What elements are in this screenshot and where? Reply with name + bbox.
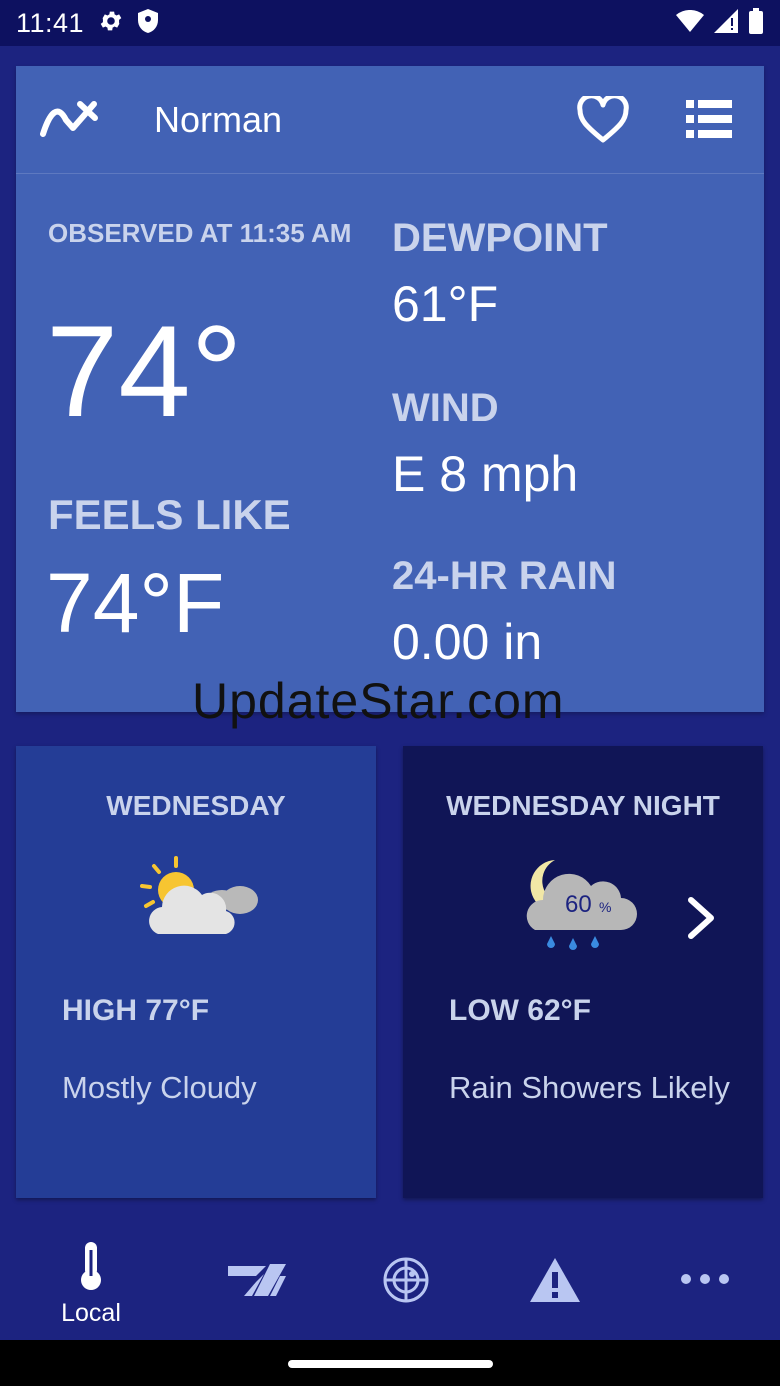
- status-time: 11:41: [16, 7, 85, 38]
- precip-unit: %: [599, 899, 611, 915]
- nav-radar[interactable]: [341, 1226, 471, 1340]
- rain-value: 0.00 in: [392, 614, 543, 670]
- wind-value: E 8 mph: [392, 446, 579, 502]
- feels-like-value: 74°F: [46, 556, 225, 650]
- forecast-night-desc: Rain Showers Likely: [449, 1070, 730, 1105]
- rain-label: 24-HR RAIN: [392, 554, 617, 598]
- bottom-navigation: Local: [0, 1226, 780, 1340]
- watermark: UpdateStar.com: [192, 673, 565, 729]
- forecast-day-desc: Mostly Cloudy: [62, 1070, 257, 1105]
- nav-more[interactable]: [640, 1226, 770, 1340]
- observed-time: OBSERVED AT 11:35 AM: [48, 218, 352, 248]
- feels-like-label: FEELS LIKE: [48, 491, 291, 538]
- warning-icon: [528, 1256, 582, 1309]
- home-gesture-handle[interactable]: [288, 1360, 493, 1368]
- partly-cloudy-icon: [132, 854, 262, 941]
- chevron-right-icon[interactable]: [685, 896, 717, 945]
- precip-chance: 60: [565, 891, 592, 918]
- forecast-card-night[interactable]: WEDNESDAY NIGHT 60 % LOW 62°F Rain Showe…: [403, 746, 763, 1198]
- list-menu-icon[interactable]: [686, 100, 732, 138]
- forecast-card-day[interactable]: WEDNESDAY HIGH 77°F Mostly Cloudy: [16, 746, 376, 1198]
- forecast-night-title: WEDNESDAY NIGHT: [446, 790, 720, 821]
- radar-icon: [382, 1256, 430, 1309]
- battery-icon: [748, 7, 764, 39]
- satellite-stripes-icon: [226, 1262, 288, 1303]
- favorite-heart-icon[interactable]: [576, 93, 630, 144]
- forecast-night-temp: LOW 62°F: [449, 994, 592, 1027]
- nav-alerts[interactable]: [490, 1226, 620, 1340]
- dewpoint-value: 61°F: [392, 276, 499, 332]
- current-temperature: 74°: [46, 298, 243, 444]
- thermometer-icon: [78, 1242, 104, 1295]
- shield-icon: [136, 8, 160, 39]
- forecast-day-title: WEDNESDAY: [106, 790, 286, 821]
- current-conditions-card[interactable]: Norman OBSERVED AT 11:35 AM 74° FEELS LI…: [16, 66, 764, 712]
- nav-local-label: Local: [61, 1299, 121, 1327]
- settings-gear-icon: [98, 8, 124, 39]
- location-name[interactable]: Norman: [154, 99, 282, 141]
- cell-signal-icon: [714, 8, 738, 38]
- more-dots-icon: [680, 1272, 730, 1290]
- forecast-day-temp: HIGH 77°F: [62, 994, 210, 1027]
- wifi-icon: [676, 9, 704, 37]
- night-rain-icon: 60 %: [523, 858, 639, 965]
- wind-label: WIND: [392, 386, 499, 430]
- system-nav-bar: [0, 1340, 780, 1386]
- card-header: Norman: [16, 66, 764, 174]
- dewpoint-label: DEWPOINT: [392, 216, 608, 260]
- trend-logo-icon[interactable]: [40, 98, 98, 143]
- nav-local[interactable]: Local: [26, 1226, 156, 1340]
- status-bar: 11:41: [0, 0, 780, 46]
- nav-satellite[interactable]: [192, 1226, 322, 1340]
